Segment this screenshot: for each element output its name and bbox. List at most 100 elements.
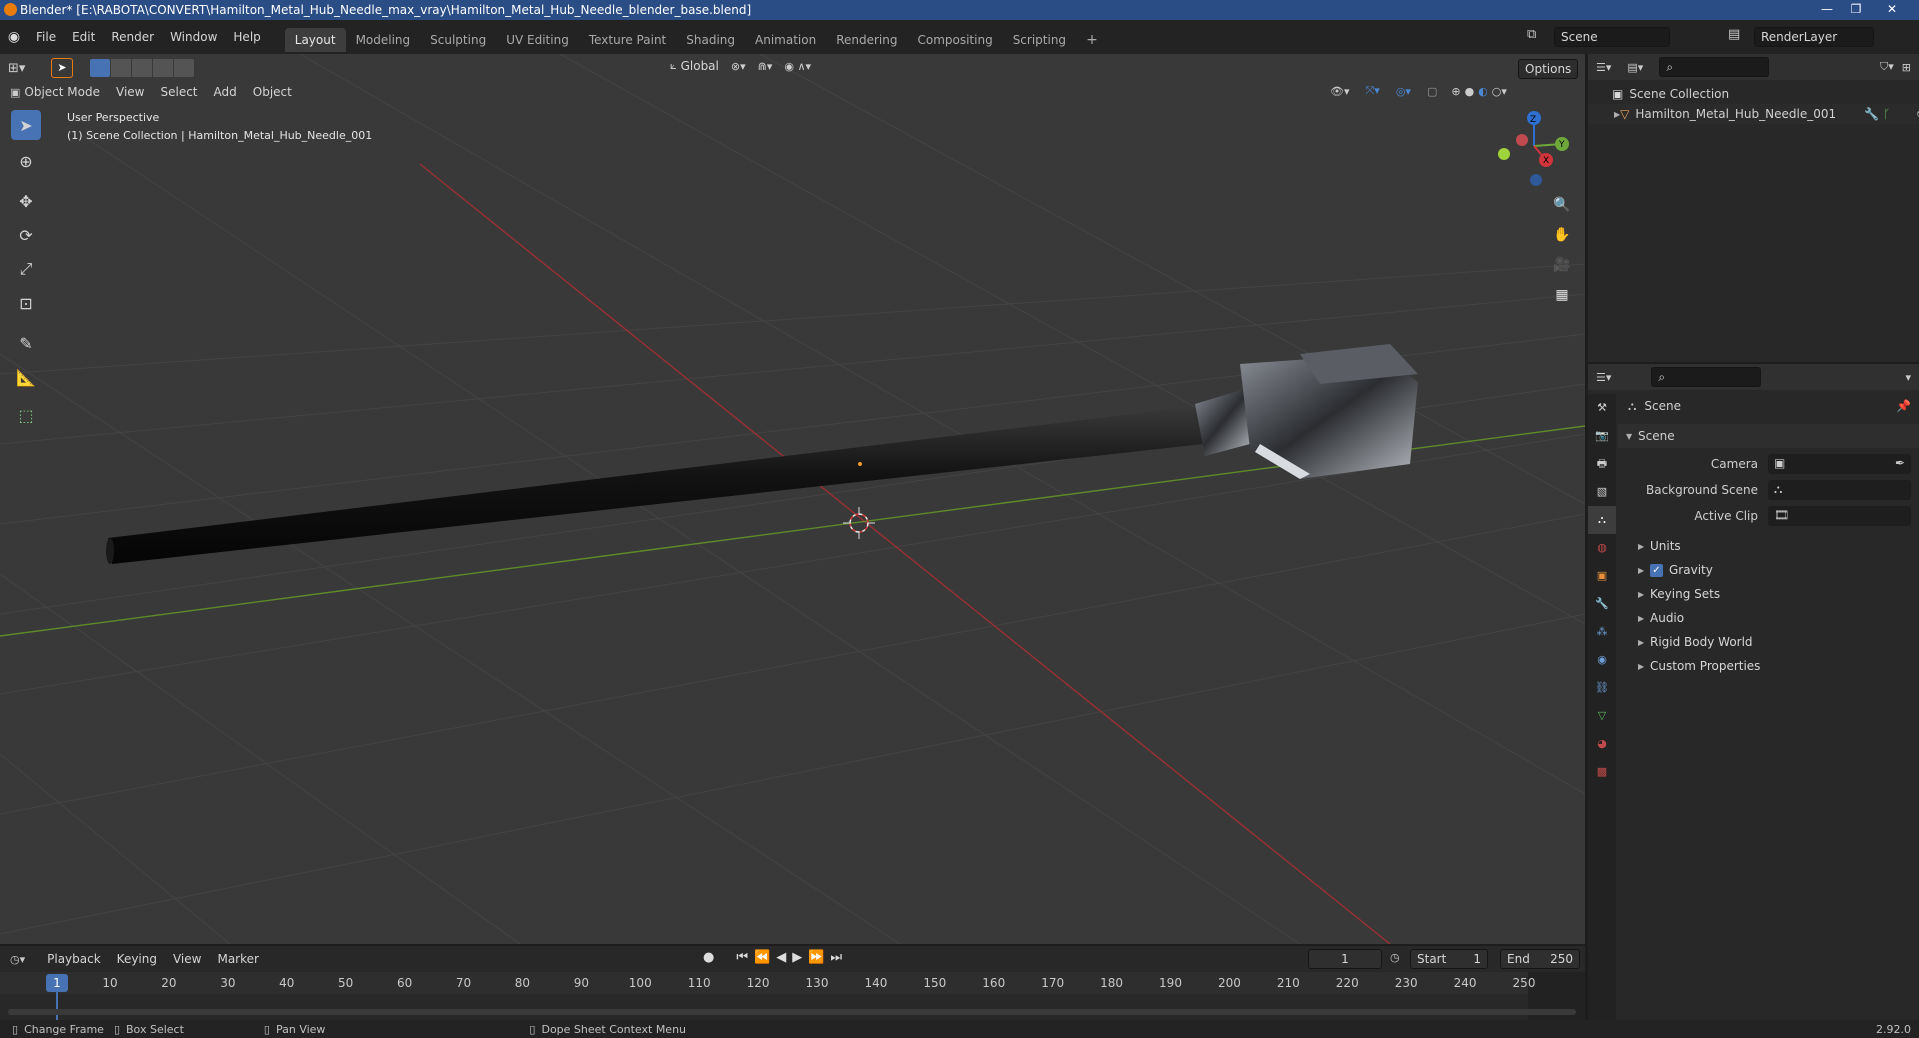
select-invert-icon[interactable] xyxy=(153,59,173,77)
tool-tab-icon[interactable]: ⚒ xyxy=(1588,394,1616,422)
properties-editor-icon[interactable]: ☰▾ xyxy=(1596,371,1611,384)
scene-icon[interactable]: ⧉ xyxy=(1527,27,1536,42)
snap-icon[interactable]: ⋒▾ xyxy=(758,60,773,73)
wireframe-shading-icon[interactable]: ⊕ xyxy=(1451,85,1460,98)
preview-range-icon[interactable]: ◷ xyxy=(1390,951,1400,964)
camera-view-icon[interactable]: 🎥 xyxy=(1549,252,1575,278)
tab-compositing[interactable]: Compositing xyxy=(907,28,1002,52)
material-shading-icon[interactable]: ◐ xyxy=(1478,85,1488,98)
scale-tool-icon[interactable]: ⤢ xyxy=(11,254,41,284)
move-tool-icon[interactable]: ✥ xyxy=(11,186,41,216)
visibility-icon[interactable]: 👁▾ xyxy=(1330,85,1350,98)
proportional-edit-icon[interactable]: ◉ ∧▾ xyxy=(784,60,811,73)
3d-cursor-icon[interactable] xyxy=(843,507,875,539)
annotate-tool-icon[interactable]: ✎ xyxy=(11,328,41,358)
select-new-icon[interactable] xyxy=(90,59,110,77)
object-tab-icon[interactable]: ▣ xyxy=(1588,562,1616,590)
transform-tool-icon[interactable]: ⊡ xyxy=(11,288,41,318)
material-tab-icon[interactable]: ◕ xyxy=(1588,730,1616,758)
tab-animation[interactable]: Animation xyxy=(745,28,826,52)
zoom-icon[interactable]: 🔍 xyxy=(1549,192,1575,218)
scene-tab-icon[interactable]: ⛬ xyxy=(1588,506,1616,534)
pin-icon[interactable]: 📌 xyxy=(1896,399,1911,413)
scene-panel-header[interactable]: ▼ Scene xyxy=(1618,424,1919,448)
tab-rendering[interactable]: Rendering xyxy=(826,28,907,52)
needle-hub-collar[interactable] xyxy=(1195,389,1250,456)
timeline-ruler[interactable]: 1 10 20 30 40 50 60 70 80 90 100 110 120 130 140 150 160… xyxy=(0,972,1585,1020)
play-icon[interactable]: ▶ xyxy=(792,950,802,965)
tab-texture-paint[interactable]: Texture Paint xyxy=(579,28,676,52)
custom-properties-subpanel[interactable]: ▶ Custom Properties xyxy=(1618,654,1919,678)
eyedropper-icon[interactable]: ✒ xyxy=(1895,456,1905,470)
select-extend-icon[interactable] xyxy=(111,59,131,77)
constraints-tab-icon[interactable]: ⛓ xyxy=(1588,674,1616,702)
particles-tab-icon[interactable]: ⁂ xyxy=(1588,618,1616,646)
timeline-menu-view[interactable]: View xyxy=(165,952,209,966)
render-tab-icon[interactable]: 📷 xyxy=(1588,422,1616,450)
end-frame-field[interactable]: End 250 xyxy=(1500,949,1580,969)
navigation-gizmo[interactable]: Z Y X xyxy=(1490,108,1570,188)
gravity-subpanel[interactable]: ▶ ✓ Gravity xyxy=(1618,558,1919,582)
overlay-toggle-icon[interactable]: ◎▾ xyxy=(1396,85,1411,98)
menu-render[interactable]: Render xyxy=(103,20,162,54)
jump-end-icon[interactable]: ⏭ xyxy=(830,950,842,965)
timeline-scrollbar[interactable] xyxy=(8,1009,1576,1015)
units-subpanel[interactable]: ▶ Units xyxy=(1618,534,1919,558)
camera-field[interactable]: ▣ ✒ xyxy=(1768,454,1911,474)
outliner-root-row[interactable]: ▣ Scene Collection xyxy=(1588,84,1919,104)
play-reverse-icon[interactable]: ◀ xyxy=(776,950,786,965)
minimize-button[interactable]: — xyxy=(1813,0,1841,20)
render-layer-selector[interactable]: RenderLayer xyxy=(1754,27,1874,47)
properties-options-icon[interactable]: ▾ xyxy=(1905,371,1911,384)
options-dropdown[interactable]: Options xyxy=(1518,59,1578,79)
outliner-search-input[interactable]: ⌕ xyxy=(1659,57,1770,77)
current-frame-field[interactable]: 1 xyxy=(1308,949,1382,969)
outliner-filter-icon[interactable]: ⛉▾ xyxy=(1880,60,1894,74)
texture-tab-icon[interactable]: ▩ xyxy=(1588,758,1616,786)
close-button[interactable]: ✕ xyxy=(1878,0,1906,20)
scene-selector[interactable]: Scene xyxy=(1554,27,1670,47)
start-frame-field[interactable]: Start 1 xyxy=(1410,949,1488,969)
tab-uv-editing[interactable]: UV Editing xyxy=(496,28,579,52)
select-tool-icon[interactable]: ➤ xyxy=(51,58,73,78)
physics-tab-icon[interactable]: ◉ xyxy=(1588,646,1616,674)
xray-icon[interactable]: ▢ xyxy=(1427,85,1437,98)
timeline-menu-marker[interactable]: Marker xyxy=(209,952,266,966)
new-collection-icon[interactable]: ⊞ xyxy=(1902,61,1911,74)
tab-shading[interactable]: Shading xyxy=(676,28,745,52)
tab-modeling[interactable]: Modeling xyxy=(346,28,421,52)
menu-edit[interactable]: Edit xyxy=(64,20,103,54)
modifier-tab-icon[interactable]: 🔧 xyxy=(1588,590,1616,618)
render-layer-icon[interactable]: ▤ xyxy=(1728,27,1740,42)
data-tab-icon[interactable]: ▽ xyxy=(1588,702,1616,730)
gravity-checkbox[interactable]: ✓ xyxy=(1650,563,1663,577)
blender-menu-icon[interactable]: ◉ xyxy=(0,29,28,45)
active-clip-field[interactable]: 🎞 xyxy=(1768,506,1911,526)
view-layer-tab-icon[interactable]: ▧ xyxy=(1588,478,1616,506)
prev-keyframe-icon[interactable]: ⏪ xyxy=(754,950,770,965)
maximize-button[interactable]: ❐ xyxy=(1842,0,1870,20)
add-cube-tool-icon[interactable]: ⬚ xyxy=(11,400,41,430)
timeline-menu-keying[interactable]: Keying xyxy=(109,952,165,966)
next-keyframe-icon[interactable]: ⏩ xyxy=(808,950,824,965)
rigid-body-world-subpanel[interactable]: ▶ Rigid Body World xyxy=(1618,630,1919,654)
menu-help[interactable]: Help xyxy=(225,20,268,54)
cursor-tool-icon[interactable]: ⊕ xyxy=(11,146,41,176)
tab-sculpting[interactable]: Sculpting xyxy=(420,28,496,52)
outliner-object-row[interactable]: ▶ ▽ Hamilton_Metal_Hub_Needle_001 🔧 ᚴ 👁 xyxy=(1588,104,1919,124)
pan-hand-icon[interactable]: ✋ xyxy=(1549,222,1575,248)
outliner-editor-icon[interactable]: ☰▾ xyxy=(1596,61,1611,74)
object-mode-dropdown[interactable]: Object Mode xyxy=(24,85,108,99)
properties-search-input[interactable]: ⌕ xyxy=(1651,367,1762,387)
gizmo-toggle-icon[interactable]: ⤧▾ xyxy=(1366,84,1380,98)
menu-window[interactable]: Window xyxy=(162,20,225,54)
3d-viewport[interactable] xyxy=(0,54,1585,944)
timeline-editor-icon[interactable]: ◷▾ xyxy=(10,953,25,966)
viewport-menu-select[interactable]: Select xyxy=(152,85,205,99)
jump-start-icon[interactable]: ⏮ xyxy=(736,950,748,965)
viewport-menu-view[interactable]: View xyxy=(108,85,152,99)
select-box-tool-icon[interactable]: ➤ xyxy=(11,110,41,140)
viewport-menu-add[interactable]: Add xyxy=(206,85,245,99)
editor-type-icon[interactable]: ⊞▾ xyxy=(8,61,25,76)
orientation-dropdown[interactable]: Global xyxy=(681,59,719,73)
